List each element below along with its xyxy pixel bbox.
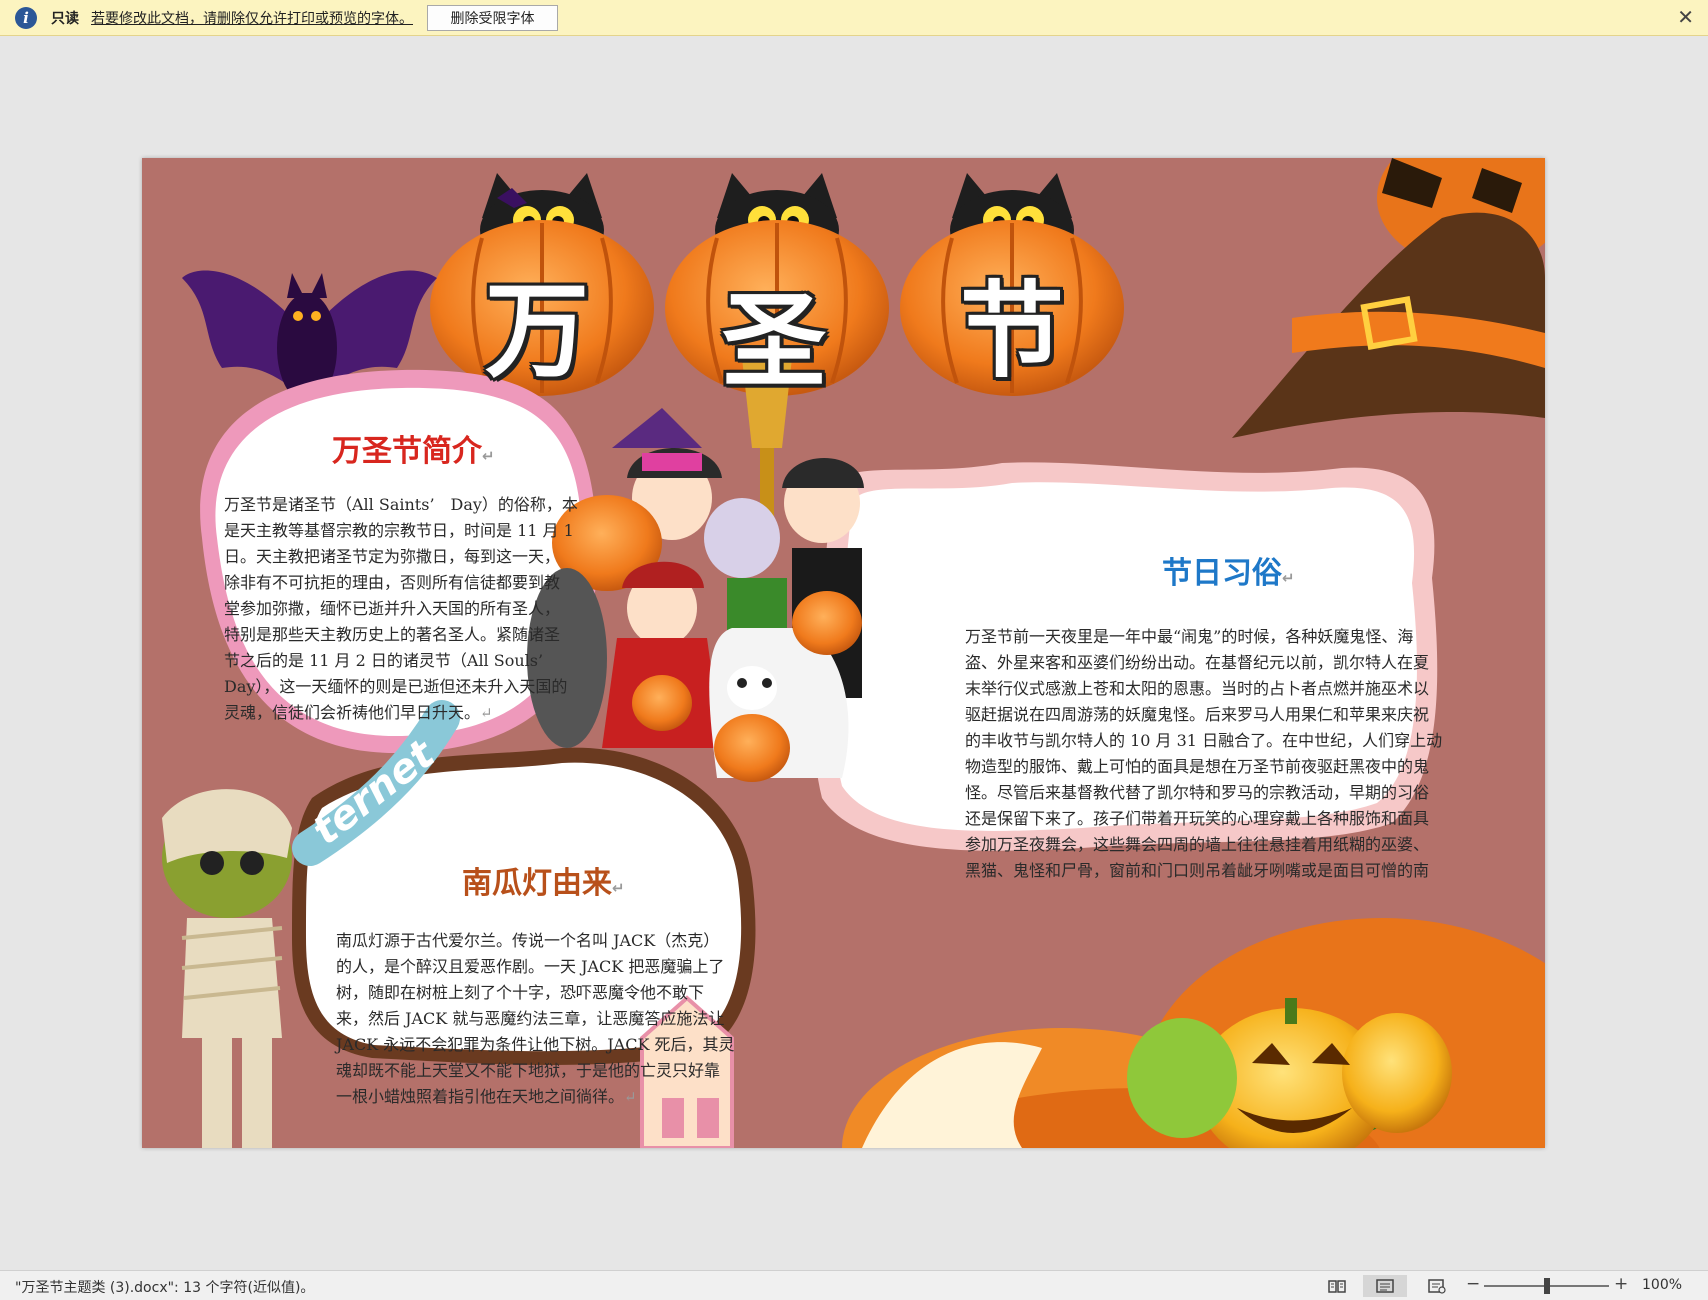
read-mode-view-button[interactable]: [1315, 1275, 1359, 1297]
customs-line: 的丰收节与凯尔特人的 10 月 31 日融合了。在中世纪，人们穿上动: [965, 731, 1443, 750]
print-layout-icon: [1376, 1279, 1394, 1293]
intro-line: 灵魂，信徒们会祈祷他们早日升天。↵: [224, 703, 493, 722]
paragraph-mark: ↵: [624, 1088, 637, 1106]
lantern-line: 南瓜灯源于古代爱尔兰。传说一个名叫 JACK（杰克）: [336, 931, 720, 950]
intro-title-text: 万圣节简介: [332, 434, 482, 469]
intro-line: 万圣节是诸圣节（All Saints’ Day）的俗称，本: [224, 495, 578, 514]
big-title-char-1: 万: [485, 270, 590, 392]
lantern-line: 魂却既不能上天堂又不能下地狱，于是他的亡灵只好靠: [336, 1061, 721, 1080]
intro-line: 特别是那些天主教历史上的著名圣人。紧随诸圣: [224, 625, 561, 644]
status-bar: "万圣节主题类 (3).docx": 13 个字符(近似值)。 − + 100%: [0, 1270, 1708, 1300]
big-title-char-2: 圣: [722, 280, 827, 402]
remove-restricted-fonts-button[interactable]: 删除受限字体: [427, 4, 558, 31]
paragraph-mark: ↵: [612, 879, 625, 897]
customs-title-text: 节日习俗: [1162, 556, 1282, 591]
customs-body[interactable]: 万圣节前一天夜里是一年中最“闹鬼”的时候，各种妖魔鬼怪、海 盗、外星来客和巫婆们…: [965, 624, 1475, 858]
web-layout-view-button[interactable]: [1415, 1275, 1459, 1297]
readonly-message-link[interactable]: 若要修改此文档，请删除仅允许打印或预览的字体。: [91, 8, 413, 28]
lantern-title-text: 南瓜灯由来: [462, 866, 612, 901]
intro-line: 日。天主教把诸圣节定为弥撒日，每到这一天，: [224, 547, 561, 566]
customs-line: 万圣节前一天夜里是一年中最“闹鬼”的时候，各种妖魔鬼怪、海: [965, 627, 1414, 646]
print-layout-view-button[interactable]: [1363, 1275, 1407, 1297]
mummy-illustration: [162, 789, 292, 1148]
document-stats: "万圣节主题类 (3).docx": 13 个字符(近似值)。: [15, 1280, 315, 1296]
read-mode-icon: [1328, 1280, 1346, 1293]
big-title-char-3: 节: [960, 270, 1065, 392]
intro-line: 除非有不可抗拒的理由，否则所有信徒都要到教: [224, 573, 561, 592]
zoom-out-button[interactable]: −: [1466, 1274, 1480, 1294]
intro-line: 节之后的是 11 月 2 日的诸灵节（All Souls’: [224, 651, 544, 670]
customs-line: 盗、外星来客和巫婆们纷纷出动。在基督纪元以前，凯尔特人在夏: [965, 653, 1430, 672]
intro-line: Day），这一天缅怀的则是已逝但还未升入天国的: [224, 677, 568, 696]
customs-title: 节日习俗↵: [1162, 548, 1295, 592]
paragraph-mark: ↵: [480, 704, 493, 722]
lantern-line: 的人，是个醉汉且爱恶作剧。一天 JACK 把恶魔骗上了: [336, 957, 725, 976]
paragraph-mark: ↵: [1282, 569, 1295, 587]
lantern-line: JACK 永远不会犯罪为条件让他下树。JACK 死后，其灵: [336, 1035, 735, 1054]
readonly-label: 只读: [51, 10, 79, 27]
customs-line: 怪。尽管后来基督教代替了凯尔特和罗马的宗教活动，早期的习俗: [965, 783, 1430, 802]
customs-line: 末举行仪式感激上苍和太阳的恩惠。当时的占卜者点燃并施巫术以: [965, 679, 1430, 698]
witch-hat-illustration: [1232, 158, 1545, 438]
lantern-body[interactable]: 南瓜灯源于古代爱尔兰。传说一个名叫 JACK（杰克） 的人，是个醉汉且爱恶作剧。…: [336, 928, 756, 1110]
web-layout-icon: [1428, 1279, 1446, 1294]
customs-line: 还是保留下来了。孩子们带着开玩笑的心理穿戴上各种服饰和面具: [965, 809, 1430, 828]
readonly-notification-bar: i 只读 若要修改此文档，请删除仅允许打印或预览的字体。 删除受限字体 ✕: [0, 0, 1708, 36]
zoom-level[interactable]: 100%: [1642, 1277, 1682, 1293]
lantern-line: 树，随即在树桩上刻了个十字，恐吓恶魔令他不敢下: [336, 983, 705, 1002]
lantern-line: 来，然后 JACK 就与恶魔约法三章，让恶魔答应施法让: [336, 1009, 725, 1028]
zoom-in-button[interactable]: +: [1614, 1274, 1628, 1294]
close-icon[interactable]: ✕: [1677, 5, 1694, 29]
lantern-line: 一根小蜡烛照着指引他在天地之间徜徉。↵: [336, 1087, 637, 1106]
customs-line: 参加万圣夜舞会，这些舞会四周的墙上往往悬挂着用纸糊的巫婆、: [965, 835, 1430, 854]
customs-line: 驱赶据说在四周游荡的妖魔鬼怪。后来罗马人用果仁和苹果来庆祝: [965, 705, 1430, 724]
pumpkin-patch-illustration: [842, 918, 1545, 1148]
intro-line: 堂参加弥撒，缅怀已逝并升入天国的所有圣人，: [224, 599, 561, 618]
document-page[interactable]: 万 圣 节 ternet 万圣节简介↵ 万圣节是诸圣节（All Saints’ …: [142, 158, 1545, 1148]
customs-body-last-line: 黑猫、鬼怪和尸骨，窗前和门口则吊着龇牙咧嘴或是面目可憎的南: [965, 861, 1430, 880]
customs-line: 物造型的服饰、戴上可怕的面具是想在万圣节前夜驱赶黑夜中的鬼: [965, 757, 1430, 776]
lantern-title: 南瓜灯由来↵: [462, 858, 625, 902]
intro-line: 是天主教等基督宗教的宗教节日，时间是 11 月 1: [224, 521, 574, 540]
zoom-slider-thumb[interactable]: [1543, 1278, 1550, 1294]
intro-title: 万圣节简介↵: [332, 426, 495, 470]
intro-body[interactable]: 万圣节是诸圣节（All Saints’ Day）的俗称，本 是天主教等基督宗教的…: [224, 492, 594, 726]
info-icon: i: [15, 6, 37, 29]
paragraph-mark: ↵: [482, 447, 495, 465]
